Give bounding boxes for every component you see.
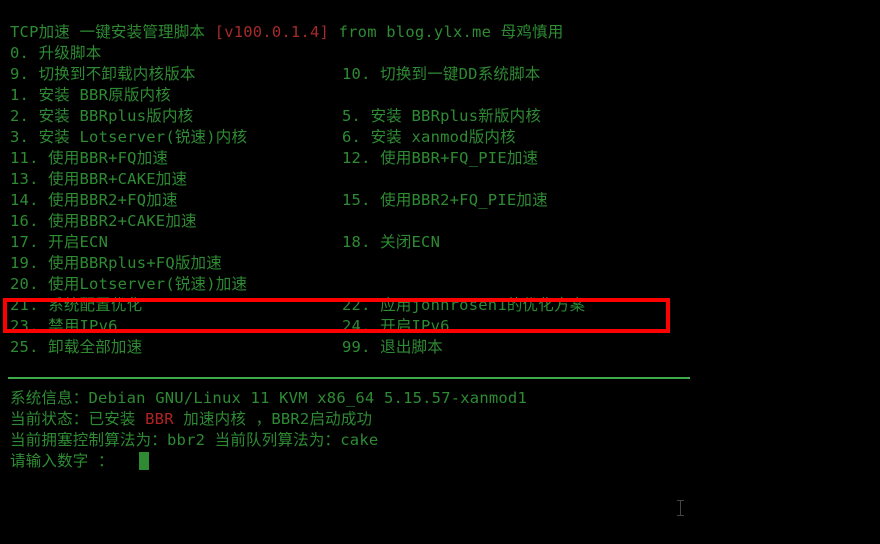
- text-cursor: [139, 452, 149, 470]
- system-info-line: 系统信息：Debian GNU/Linux 11 KVM x86_64 5.15…: [10, 388, 527, 409]
- menu-item-5[interactable]: 5. 安装 BBRplus新版内核: [342, 106, 541, 127]
- menu-item-99[interactable]: 99. 退出脚本: [342, 337, 443, 358]
- terminal-window[interactable]: TCP加速 一键安装管理脚本 [v100.0.1.4] from blog.yl…: [0, 0, 880, 544]
- menu-item-2[interactable]: 2. 安装 BBRplus版内核: [10, 106, 193, 127]
- menu-item-25[interactable]: 25. 卸载全部加速: [10, 337, 142, 358]
- menu-item-12[interactable]: 12. 使用BBR+FQ_PIE加速: [342, 148, 538, 169]
- menu-item-23[interactable]: 23. 禁用IPv6: [10, 316, 118, 337]
- state-prefix: 当前状态：已安装: [10, 410, 146, 428]
- menu-item-16[interactable]: 16. 使用BBR2+CAKE加速: [10, 211, 197, 232]
- system-info-value: Debian GNU/Linux 11 KVM x86_64 5.15.57-x…: [88, 389, 527, 407]
- menu-item-1[interactable]: 1. 安装 BBR原版内核: [10, 85, 171, 106]
- title-suffix: from blog.ylx.me 母鸡慎用: [329, 23, 564, 41]
- version-badge: [v100.0.1.4]: [214, 23, 330, 41]
- state-suffix: 加速内核 ，BBR2启动成功: [173, 410, 373, 428]
- menu-item-20[interactable]: 20. 使用Lotserver(锐速)加速: [10, 274, 247, 295]
- menu-item-11[interactable]: 11. 使用BBR+FQ加速: [10, 148, 168, 169]
- menu-item-3[interactable]: 3. 安装 Lotserver(锐速)内核: [10, 127, 247, 148]
- ibeam-cap-bottom: [677, 515, 684, 516]
- menu-item-9[interactable]: 9. 切换到不卸载内核版本: [10, 64, 196, 85]
- menu-item-19[interactable]: 19. 使用BBRplus+FQ版加速: [10, 253, 222, 274]
- current-state-line: 当前状态：已安装 BBR 加速内核 ，BBR2启动成功: [10, 409, 372, 430]
- menu-item-15[interactable]: 15. 使用BBR2+FQ_PIE加速: [342, 190, 548, 211]
- menu-item-10[interactable]: 10. 切换到一键DD系统脚本: [342, 64, 541, 85]
- menu-item-18[interactable]: 18. 关闭ECN: [342, 232, 440, 253]
- title-prefix: TCP加速 一键安装管理脚本: [10, 23, 215, 41]
- state-kernel-badge: BBR: [145, 410, 174, 428]
- section-separator: [8, 377, 690, 379]
- ibeam-stem: [680, 501, 681, 515]
- menu-item-6[interactable]: 6. 安装 xanmod版内核: [342, 127, 516, 148]
- menu-item-13[interactable]: 13. 使用BBR+CAKE加速: [10, 169, 187, 190]
- menu-item-14[interactable]: 14. 使用BBR2+FQ加速: [10, 190, 178, 211]
- menu-item-22[interactable]: 22. 应用johnrosen1的优化方案: [342, 295, 585, 316]
- menu-item-17[interactable]: 17. 开启ECN: [10, 232, 108, 253]
- congestion-algorithm-line: 当前拥塞控制算法为：bbr2 当前队列算法为：cake: [10, 431, 379, 449]
- menu-item-0[interactable]: 0. 升级脚本: [10, 43, 101, 64]
- input-prompt[interactable]: 请输入数字 ：: [10, 451, 114, 472]
- script-title-line: TCP加速 一键安装管理脚本 [v100.0.1.4] from blog.yl…: [10, 22, 563, 43]
- system-info-label: 系统信息：: [10, 389, 89, 407]
- menu-item-21[interactable]: 21. 系统配置优化: [10, 295, 142, 316]
- mouse-ibeam-cursor-icon: [677, 500, 685, 516]
- menu-item-24[interactable]: 24. 开启IPv6: [342, 316, 450, 337]
